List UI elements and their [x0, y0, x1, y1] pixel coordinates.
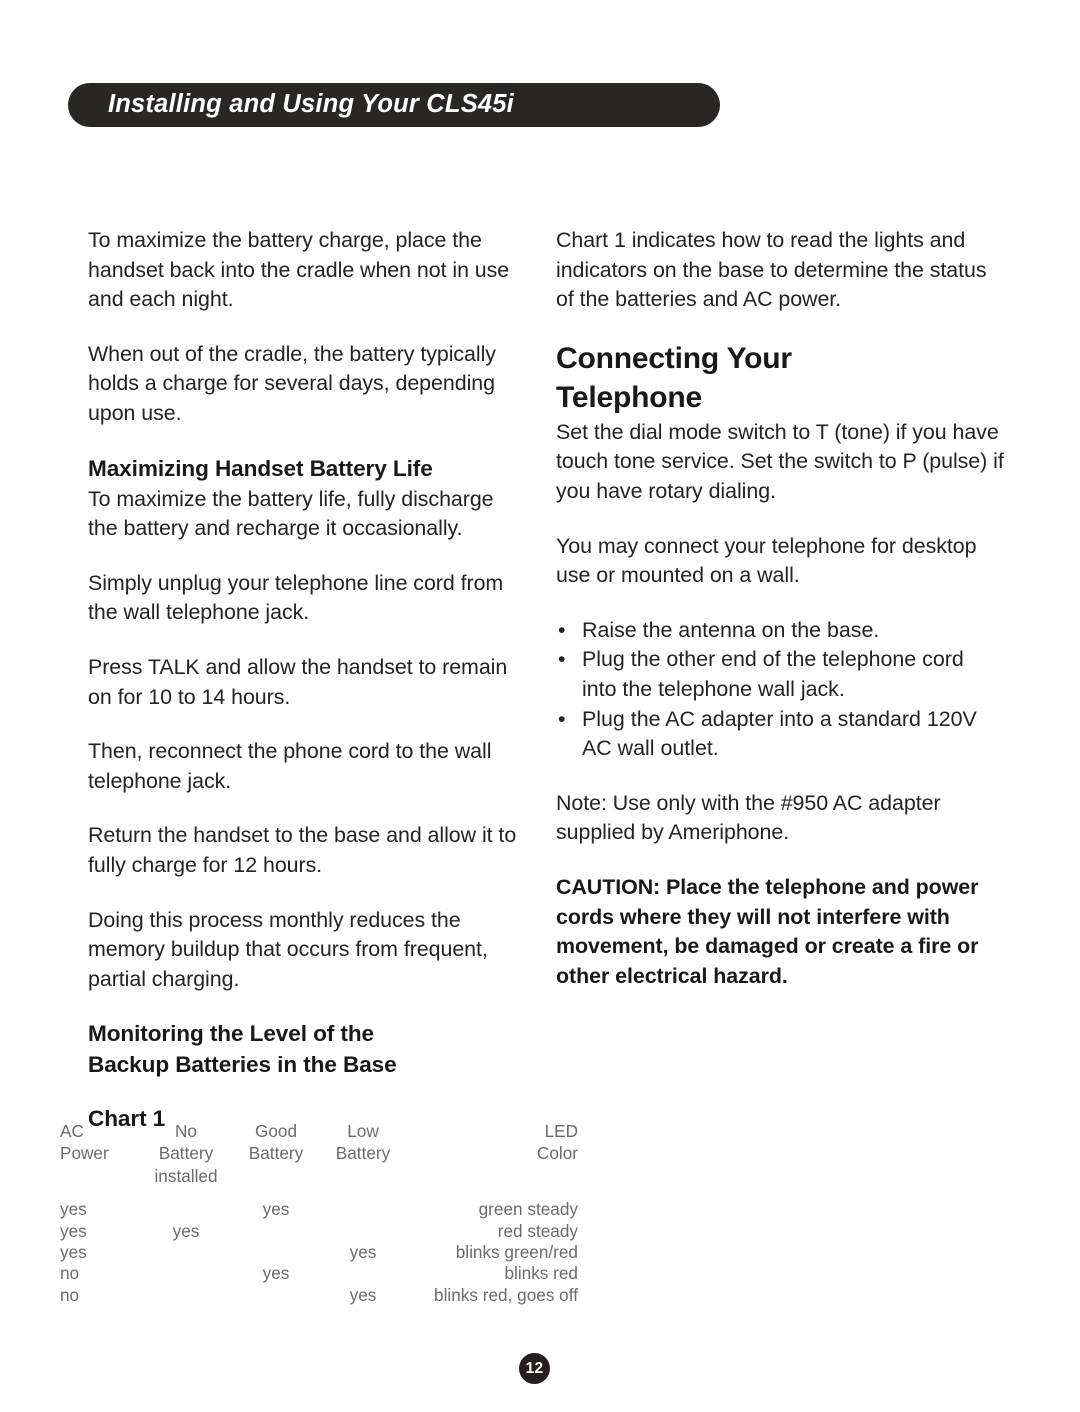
list-item: • Raise the antenna on the base. [556, 616, 1004, 646]
cell-ac-power: yes [60, 1242, 87, 1263]
heading-connecting-your-telephone-line2: Telephone [556, 380, 702, 414]
cell-low-battery: yes [349, 1242, 377, 1263]
list-item-label: Raise the antenna on the base. [582, 617, 880, 642]
column-header-led-color: LED Color [536, 1121, 578, 1164]
cell-led-color: green steady [478, 1199, 578, 1220]
bullet-icon: • [558, 706, 566, 731]
heading-maximizing-handset-battery-life: Maximizing Handset Battery Life [88, 455, 433, 481]
page-number-badge: 12 [519, 1353, 550, 1384]
page-header-banner: Installing and Using Your CLS45i [68, 83, 720, 127]
connection-steps-list: • Raise the antenna on the base. • Plug … [556, 616, 1004, 764]
list-item-label: Plug the other end of the telephone cord… [582, 647, 964, 701]
cell-good-battery: yes [262, 1199, 290, 1220]
cell-ac-power: yes [60, 1220, 87, 1241]
list-item: • Plug the AC adapter into a standard 12… [556, 705, 1004, 764]
table-header-row: AC Power No Battery installed Good Batte… [60, 1120, 580, 1187]
cell-low-battery: yes [349, 1284, 377, 1305]
cell-good-battery [232, 1221, 320, 1242]
table-body: yes yes green steady yes yes red steady … [60, 1187, 580, 1306]
column-header-no-battery-installed: No Battery installed [154, 1121, 218, 1186]
table-row: yes yes red steady [60, 1221, 580, 1242]
bullet-icon: • [558, 617, 566, 642]
paragraph-dial-mode-switch: Set the dial mode switch to T (tone) if … [556, 419, 1004, 503]
cell-led-color: blinks green/red [455, 1242, 578, 1263]
note-ac-adapter: Note: Use only with the #950 AC adapter … [556, 790, 941, 845]
table-header: AC Power No Battery installed Good Batte… [60, 1120, 580, 1187]
list-item: • Plug the other end of the telephone co… [556, 645, 1004, 704]
paragraph-reconnect-phone-cord: Then, reconnect the phone cord to the wa… [88, 739, 492, 793]
cell-good-battery [232, 1242, 320, 1263]
paragraph-out-of-cradle: When out of the cradle, the battery typi… [88, 341, 496, 425]
paragraph-chart-indicates: Chart 1 indicates how to read the lights… [556, 228, 987, 312]
table-row: no yes blinks red, goes off [60, 1285, 580, 1306]
table-row: yes yes green steady [60, 1187, 580, 1220]
cell-ac-power: no [60, 1284, 80, 1305]
bullet-icon: • [558, 647, 566, 672]
left-text-column: To maximize the battery charge, place th… [88, 226, 520, 1135]
cell-led-color: blinks red [504, 1263, 578, 1284]
cell-no-battery [140, 1187, 232, 1220]
heading-monitoring-level-line2: Backup Batteries in the Base [88, 1052, 397, 1078]
caution-notice: CAUTION: Place the telephone and power c… [556, 874, 979, 988]
cell-no-battery [140, 1263, 232, 1284]
column-header-ac-power: AC Power [60, 1121, 109, 1164]
paragraph-monthly-process: Doing this process monthly reduces the m… [88, 907, 488, 991]
table-row: yes yes blinks green/red [60, 1242, 580, 1263]
cell-no-battery: yes [172, 1220, 200, 1241]
cell-low-battery [320, 1221, 406, 1242]
cell-good-battery: yes [262, 1263, 290, 1284]
heading-connecting-your-telephone-line1: Connecting Your [556, 341, 792, 375]
paragraph-unplug-line-cord: Simply unplug your telephone line cord f… [88, 570, 504, 625]
right-text-column: Chart 1 indicates how to read the lights… [556, 226, 1004, 1016]
paragraph-battery-charge: To maximize the battery charge, place th… [88, 228, 510, 312]
paragraph-desktop-or-wall: You may connect your telephone for deskt… [556, 533, 977, 588]
heading-monitoring-level-line1: Monitoring the Level of the [88, 1021, 374, 1047]
paragraph-press-talk: Press TALK and allow the handset to rema… [88, 654, 508, 709]
cell-no-battery [140, 1242, 232, 1263]
column-header-good-battery: Good Battery [248, 1121, 304, 1164]
battery-status-table: AC Power No Battery installed Good Batte… [60, 1120, 580, 1306]
paragraph-return-handset: Return the handset to the base and allow… [88, 823, 517, 877]
column-header-low-battery: Low Battery [335, 1121, 391, 1164]
list-item-label: Plug the AC adapter into a standard 120V… [582, 706, 977, 761]
cell-led-color: blinks red, goes off [434, 1284, 578, 1305]
cell-ac-power: yes [60, 1199, 87, 1220]
cell-low-battery [320, 1263, 406, 1284]
cell-no-battery [140, 1285, 232, 1306]
cell-low-battery [320, 1187, 406, 1220]
cell-ac-power: no [60, 1263, 80, 1284]
cell-good-battery [232, 1285, 320, 1306]
chart-1-table-wrapper: AC Power No Battery installed Good Batte… [60, 1120, 580, 1306]
page-header-title: Installing and Using Your CLS45i [108, 89, 514, 118]
table-row: no yes blinks red [60, 1263, 580, 1284]
cell-led-color: red steady [497, 1220, 578, 1241]
paragraph-fully-discharge: To maximize the battery life, fully disc… [88, 486, 494, 541]
